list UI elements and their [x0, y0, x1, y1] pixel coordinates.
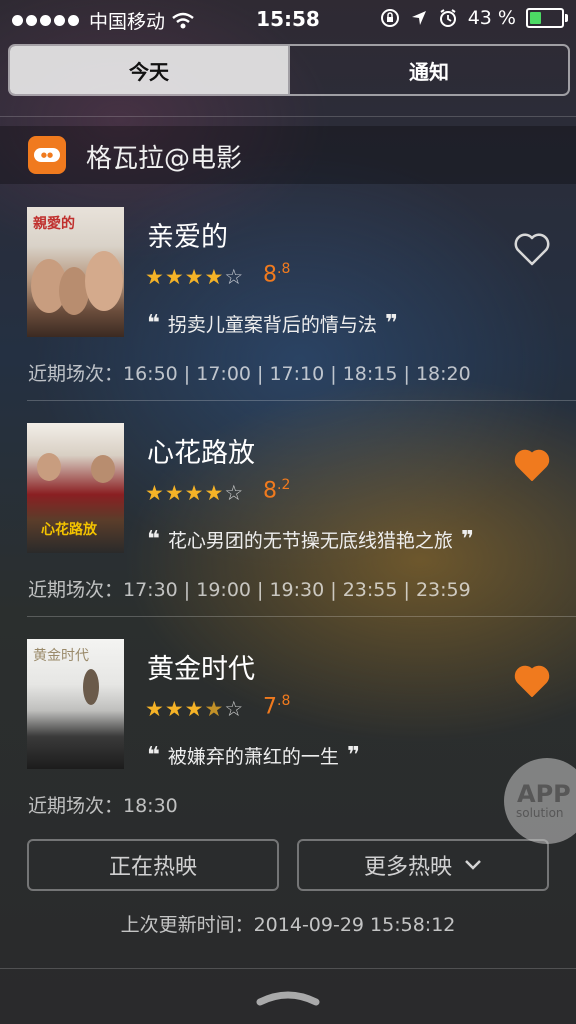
close-quote-icon: ❞ [460, 527, 474, 552]
more-showing-button[interactable]: 更多热映 [297, 839, 549, 891]
divider [0, 968, 576, 969]
close-quote-icon: ❞ [384, 311, 398, 336]
tab-notifications[interactable]: 通知 [288, 46, 568, 94]
divider [0, 116, 576, 117]
movie-poster[interactable]: 親愛的 [27, 207, 124, 337]
poster-title: 親愛的 [33, 216, 75, 232]
alarm-icon [439, 9, 456, 27]
heart-outline-icon[interactable] [512, 229, 552, 269]
rating-stars: ★★★★☆ [145, 697, 245, 721]
movie-item[interactable]: 親愛的 亲爱的 ★★★★☆ 8.8 ❝ 拐卖儿童案背后的情与法 ❞ 近期场次：1… [0, 207, 576, 421]
movie-quote: ❝ 拐卖儿童案背后的情与法 ❞ [147, 310, 398, 337]
movie-title: 心花路放 [147, 438, 255, 469]
now-showing-button[interactable]: 正在热映 [27, 839, 279, 891]
battery-percent: 43 % [467, 7, 516, 29]
quote-text: 被嫌弃的萧红的一生 [167, 746, 339, 768]
rating-stars: ★★★★☆ [145, 481, 245, 505]
quote-text: 花心男团的无节操无底线猎艳之旅 [167, 530, 453, 552]
heart-filled-icon[interactable] [512, 445, 552, 485]
status-bar: 中国移动 15:58 43 % [0, 0, 576, 38]
quote-text: 拐卖儿童案背后的情与法 [167, 314, 377, 336]
open-quote-icon: ❝ [147, 311, 160, 336]
movie-item[interactable]: 黄金时代 黄金时代 ★★★★☆ 7.8 ❝ 被嫌弃的萧红的一生 ❞ 近期场次：1… [0, 639, 576, 853]
movie-poster[interactable]: 心花路放 [27, 423, 124, 553]
showtimes[interactable]: 近期场次：17:30 | 19:00 | 19:30 | 23:55 | 23:… [28, 575, 471, 602]
movie-score: 8.2 [263, 477, 291, 504]
movie-item[interactable]: 心花路放 心花路放 ★★★★☆ 8.2 ❝ 花心男团的无节操无底线猎艳之旅 ❞ … [0, 423, 576, 637]
poster-title: 心花路放 [41, 522, 97, 538]
chevron-down-icon [465, 860, 481, 870]
open-quote-icon: ❝ [147, 743, 160, 768]
showtimes[interactable]: 近期场次：18:30 [28, 791, 178, 818]
status-right: 43 % [380, 7, 568, 29]
movie-title: 黄金时代 [147, 654, 255, 685]
movie-poster[interactable]: 黄金时代 [27, 639, 124, 769]
movie-quote: ❝ 花心男团的无节操无底线猎艳之旅 ❞ [147, 526, 474, 553]
notification-center-tabs: 今天 通知 [8, 44, 570, 96]
showtimes[interactable]: 近期场次：16:50 | 17:00 | 17:10 | 18:15 | 18:… [28, 359, 471, 386]
more-showing-label: 更多热映 [363, 855, 452, 880]
divider [27, 616, 576, 617]
open-quote-icon: ❝ [147, 527, 160, 552]
now-showing-label: 正在热映 [108, 855, 197, 880]
widget-title: 格瓦拉@电影 [86, 144, 243, 174]
grabber-handle-icon[interactable] [256, 988, 320, 1006]
location-arrow-icon [411, 11, 426, 25]
last-updated-text: 上次更新时间：2014-09-29 15:58:12 [120, 914, 456, 936]
gewara-app-icon: ●● [28, 136, 66, 174]
poster-title: 黄金时代 [33, 648, 89, 664]
movie-score: 7.8 [263, 693, 291, 720]
heart-filled-icon[interactable] [512, 661, 552, 701]
tab-today[interactable]: 今天 [10, 46, 288, 94]
divider [27, 400, 576, 401]
rotation-lock-icon [380, 9, 399, 27]
movie-score: 8.8 [263, 261, 291, 288]
close-quote-icon: ❞ [346, 743, 360, 768]
movie-title: 亲爱的 [147, 222, 228, 253]
rating-stars: ★★★★☆ [145, 265, 245, 289]
battery-icon [526, 8, 568, 28]
movie-quote: ❝ 被嫌弃的萧红的一生 ❞ [147, 742, 360, 769]
widget-header[interactable]: ●● 格瓦拉@电影 [0, 126, 576, 184]
